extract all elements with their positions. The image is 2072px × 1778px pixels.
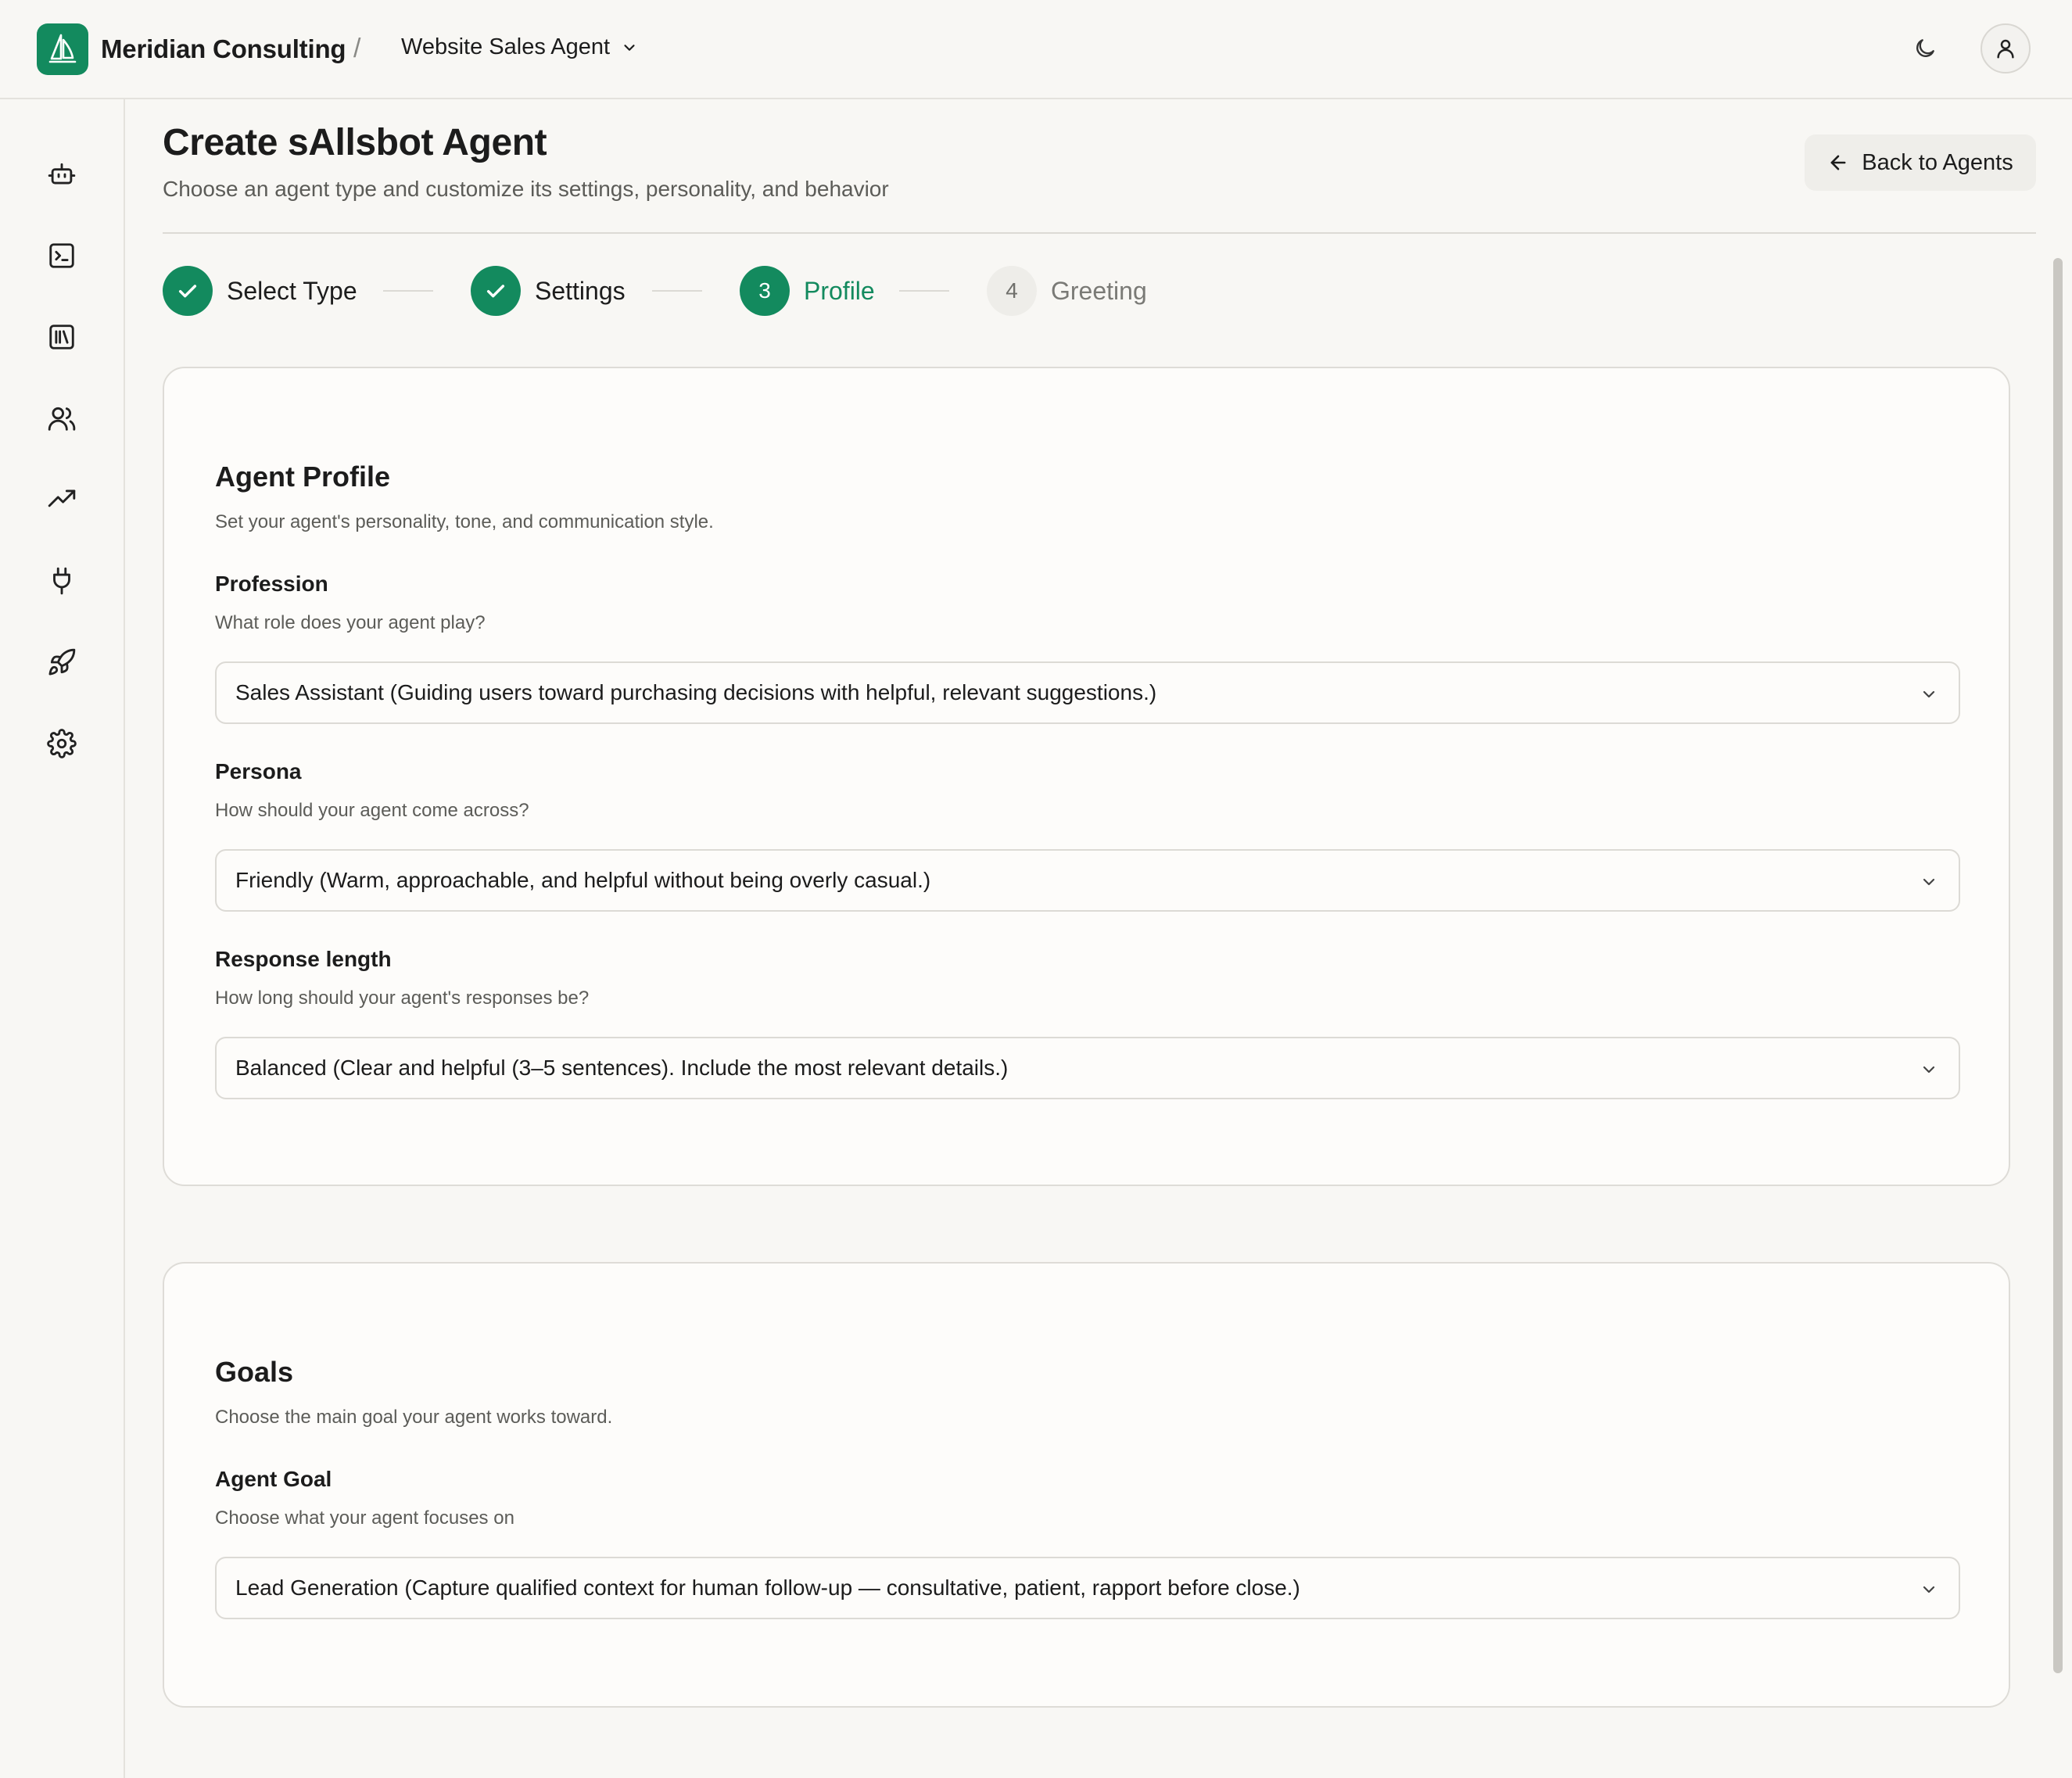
agent-goal-label: Agent Goal bbox=[215, 1467, 332, 1491]
chevron-down-icon bbox=[1923, 1066, 1935, 1074]
check-icon bbox=[486, 285, 505, 298]
profession-select[interactable]: Sales Assistant (Guiding users toward pu… bbox=[215, 661, 1960, 724]
step-label: Select Type bbox=[227, 276, 357, 305]
response-length-label: Response length bbox=[215, 947, 392, 971]
library-icon bbox=[49, 324, 74, 350]
scrollbar-thumb[interactable] bbox=[2053, 258, 2063, 1673]
response-length-help: How long should your agent's responses b… bbox=[215, 988, 590, 1009]
persona-select-value: Friendly (Warm, approachable, and helpfu… bbox=[235, 868, 931, 892]
step-greeting[interactable]: 4 Greeting bbox=[987, 266, 1147, 316]
chevron-down-icon bbox=[624, 44, 635, 51]
sidebar-item-contacts[interactable] bbox=[43, 400, 81, 437]
persona-help: How should your agent come across? bbox=[215, 800, 529, 821]
page-title: Create sAllsbot Agent bbox=[163, 122, 547, 163]
top-bar: Meridian Consulting / Website Sales Agen… bbox=[0, 0, 2072, 99]
goals-card: Goals Choose the main goal your agent wo… bbox=[163, 1262, 2010, 1708]
chevron-down-icon bbox=[1923, 878, 1935, 886]
sidebar-item-settings[interactable] bbox=[43, 725, 81, 762]
user-icon bbox=[1997, 39, 2014, 59]
step-number: 3 bbox=[740, 266, 790, 316]
card-description: Choose the main goal your agent works to… bbox=[215, 1407, 613, 1428]
sidebar-item-integrations[interactable] bbox=[43, 562, 81, 600]
page-subtitle: Choose an agent type and customize its s… bbox=[163, 177, 889, 201]
agent-profile-card: Agent Profile Set your agent's personali… bbox=[163, 367, 2010, 1186]
back-to-agents-label: Back to Agents bbox=[1862, 149, 2013, 175]
response-length-select[interactable]: Balanced (Clear and helpful (3–5 sentenc… bbox=[215, 1037, 1960, 1099]
step-complete-indicator bbox=[163, 266, 213, 316]
chevron-down-icon bbox=[1923, 1586, 1935, 1593]
agent-goal-select-value: Lead Generation (Capture qualified conte… bbox=[235, 1575, 1300, 1600]
step-number: 4 bbox=[987, 266, 1037, 316]
persona-select[interactable]: Friendly (Warm, approachable, and helpfu… bbox=[215, 849, 1960, 912]
back-to-agents-button[interactable]: Back to Agents bbox=[1805, 134, 2036, 191]
bot-icon bbox=[48, 163, 76, 185]
breadcrumb-separator: / bbox=[353, 34, 361, 63]
org-name[interactable]: Meridian Consulting bbox=[101, 34, 346, 64]
step-settings[interactable]: Settings bbox=[471, 266, 626, 316]
persona-label: Persona bbox=[215, 759, 302, 783]
step-connector bbox=[652, 290, 702, 292]
profession-select-value: Sales Assistant (Guiding users toward pu… bbox=[235, 680, 1157, 704]
agent-goal-select[interactable]: Lead Generation (Capture qualified conte… bbox=[215, 1557, 1960, 1619]
theme-toggle-button[interactable] bbox=[1908, 31, 1942, 66]
plug-icon bbox=[53, 567, 70, 595]
agent-switcher[interactable]: Website Sales Agent bbox=[401, 34, 638, 60]
card-title: Goals bbox=[215, 1356, 294, 1388]
terminal-icon bbox=[49, 243, 74, 268]
response-length-select-value: Balanced (Clear and helpful (3–5 sentenc… bbox=[235, 1056, 1009, 1080]
sidebar-item-library[interactable] bbox=[43, 318, 81, 356]
card-title: Agent Profile bbox=[215, 461, 391, 493]
sidebar-item-deploy[interactable] bbox=[43, 643, 81, 681]
chevron-down-icon bbox=[1923, 690, 1935, 698]
users-icon bbox=[48, 407, 76, 431]
sail-logo-icon[interactable] bbox=[37, 23, 88, 75]
trending-up-icon bbox=[48, 489, 76, 507]
rocket-icon bbox=[48, 648, 76, 676]
step-label: Greeting bbox=[1051, 276, 1147, 305]
step-connector bbox=[383, 290, 433, 292]
check-icon bbox=[178, 285, 197, 298]
agent-goal-help: Choose what your agent focuses on bbox=[215, 1507, 514, 1529]
step-complete-indicator bbox=[471, 266, 521, 316]
arrow-left-icon bbox=[1830, 155, 1846, 170]
step-label: Profile bbox=[804, 276, 875, 305]
step-connector bbox=[899, 290, 949, 292]
step-label: Settings bbox=[535, 276, 626, 305]
agent-switcher-label: Website Sales Agent bbox=[401, 34, 611, 59]
profession-help: What role does your agent play? bbox=[215, 612, 486, 633]
sidebar-item-analytics[interactable] bbox=[43, 481, 81, 518]
sidebar-item-agents[interactable] bbox=[43, 156, 81, 193]
profession-label: Profession bbox=[215, 572, 328, 596]
moon-icon bbox=[1916, 39, 1934, 57]
sidebar-item-console[interactable] bbox=[43, 237, 81, 274]
step-select-type[interactable]: Select Type bbox=[163, 266, 357, 316]
settings-icon bbox=[47, 729, 77, 758]
sidebar-rail bbox=[0, 99, 125, 1778]
step-profile[interactable]: 3 Profile bbox=[740, 266, 875, 316]
account-avatar-button[interactable] bbox=[1981, 23, 2031, 73]
divider bbox=[163, 232, 2036, 234]
card-description: Set your agent's personality, tone, and … bbox=[215, 511, 714, 532]
